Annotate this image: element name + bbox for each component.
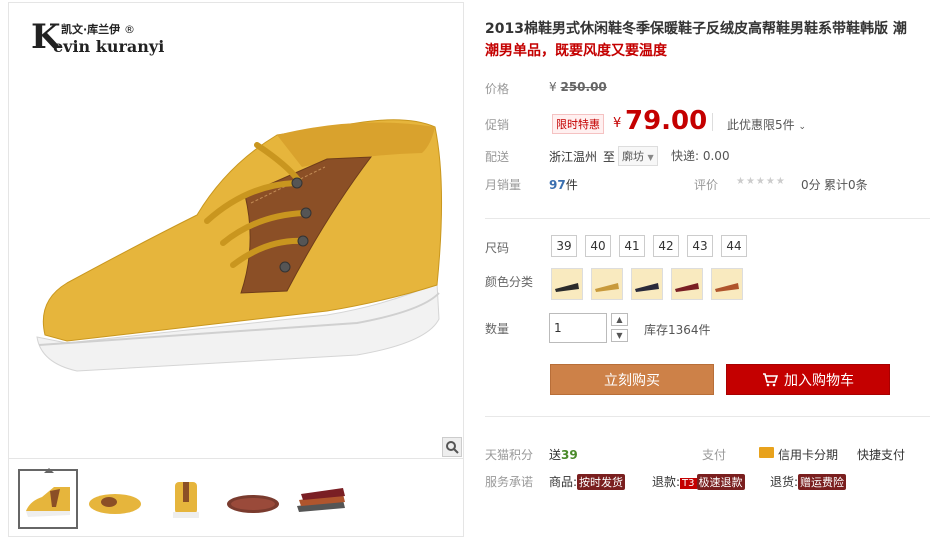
payment-label: 支付 — [702, 448, 727, 462]
price-label: 价格 — [485, 82, 510, 96]
add-to-cart-button[interactable]: 加入购物车 — [726, 364, 890, 395]
promo-label: 促销 — [485, 118, 510, 132]
thumbnail-5[interactable] — [292, 469, 352, 529]
add-to-cart-label: 加入购物车 — [784, 372, 854, 389]
thumb-shoe-top-icon — [89, 494, 141, 514]
caret-down-icon: ▼ — [647, 153, 654, 162]
shipping-from: 浙江温州 — [549, 150, 598, 164]
size-option[interactable]: 40 — [585, 235, 611, 257]
destination-select[interactable]: 廓坊 ▼ — [618, 146, 658, 166]
service-label: 服务承诺 — [485, 475, 534, 489]
divider — [485, 218, 930, 219]
shoe-brown-icon — [715, 283, 739, 292]
sales-count-wrap: 97件 — [549, 178, 578, 192]
logo-cn-name: 凯文·库兰伊 ® — [61, 23, 136, 36]
chevron-down-icon: ⌄ — [798, 122, 807, 132]
cart-icon — [763, 372, 778, 386]
points-label: 天猫积分 — [485, 448, 534, 462]
magnifier-icon — [446, 441, 459, 454]
size-option[interactable]: 44 — [721, 235, 747, 257]
size-option[interactable]: 42 — [653, 235, 679, 257]
thumb-shoe-back-icon — [173, 482, 199, 518]
shoe-navy-icon — [635, 283, 659, 292]
original-price: ¥ 250.00 — [549, 80, 607, 94]
thumbnail-1[interactable] — [18, 468, 78, 529]
credit-card-icon — [759, 447, 774, 458]
thumb-shoe-sole-icon — [227, 495, 279, 513]
rating-score: 0分 — [801, 178, 821, 192]
quantity-input[interactable] — [549, 313, 607, 343]
thumbnail-2[interactable] — [86, 469, 146, 529]
shipping-to-label: 至 — [603, 150, 616, 164]
stock-count: 库存1364件 — [644, 323, 711, 337]
service-return: 退货: 赠运费险 — [770, 474, 847, 490]
promo-tag: 限时特惠 — [552, 114, 604, 134]
promo-limit[interactable]: 此优惠限5件 ⌄ — [727, 116, 806, 133]
divider — [485, 416, 930, 417]
points-value-wrap: 送39 — [549, 448, 578, 462]
quick-pay[interactable]: 快捷支付 — [857, 446, 905, 463]
sales-label: 月销量 — [485, 178, 522, 192]
color-swatch-navy[interactable] — [631, 268, 663, 300]
product-gallery: K 凯文·库兰伊 ® evin kuranyi — [8, 2, 464, 537]
color-label: 颜色分类 — [485, 275, 534, 289]
thumbnail-3[interactable] — [156, 469, 216, 529]
thumb-shoe-side-icon — [26, 487, 70, 517]
color-swatch-wine[interactable] — [671, 268, 703, 300]
t3-badge: T3 — [680, 478, 697, 489]
size-option[interactable]: 41 — [619, 235, 645, 257]
service-refund: 退款: T3 极速退款 — [652, 474, 745, 490]
color-swatch-black[interactable] — [551, 268, 583, 300]
price-divider — [712, 113, 713, 131]
shoe-black-icon — [555, 283, 579, 292]
currency-symbol: ¥ — [613, 116, 622, 131]
buy-now-button[interactable]: 立刻购买 — [550, 364, 714, 395]
current-price: 79.00 — [625, 106, 708, 136]
main-product-image — [36, 119, 443, 372]
product-subtitle: 潮男单品，既要风度又要温度 — [485, 43, 667, 59]
size-option[interactable]: 43 — [687, 235, 713, 257]
shipping-fee: 快递: 0.00 — [671, 149, 730, 163]
thumbnail-strip — [8, 458, 464, 537]
thumb-shoe-colors-icon — [297, 488, 345, 512]
freight-insurance-badge: 赠运费险 — [798, 474, 847, 490]
color-swatch-yellow[interactable] — [591, 268, 623, 300]
review-total[interactable]: 累计0条 — [824, 176, 868, 193]
color-swatch-brown[interactable] — [711, 268, 743, 300]
size-option[interactable]: 39 — [551, 235, 577, 257]
quantity-decrease-icon[interactable]: ▼ — [611, 329, 628, 342]
thumbnail-4[interactable] — [224, 469, 284, 529]
on-time-badge: 按时发货 — [577, 474, 626, 490]
fast-refund-badge: 极速退款 — [696, 474, 745, 490]
shipping-label: 配送 — [485, 150, 510, 164]
product-title: 2013棉鞋男式休闲鞋冬季保暖鞋子反绒皮高帮鞋男鞋系带鞋韩版 潮 — [485, 21, 907, 37]
shoe-yellow-icon — [595, 283, 619, 292]
service-goods: 商品: 按时发货 — [549, 474, 626, 490]
credit-installment[interactable]: 信用卡分期 — [778, 446, 838, 463]
quantity-label: 数量 — [485, 322, 510, 336]
size-label: 尺码 — [485, 241, 510, 255]
quantity-increase-icon[interactable]: ▲ — [611, 313, 628, 326]
rating-stars-icon: ★★★★★ — [736, 176, 786, 187]
brand-logo: K 凯文·库兰伊 ® evin kuranyi — [31, 17, 191, 61]
shoe-wine-icon — [675, 283, 699, 292]
rating-label: 评价 — [694, 178, 719, 192]
sales-count: 97 — [549, 178, 566, 192]
logo-en-name: evin kuranyi — [53, 37, 165, 56]
zoom-button[interactable] — [442, 437, 462, 457]
